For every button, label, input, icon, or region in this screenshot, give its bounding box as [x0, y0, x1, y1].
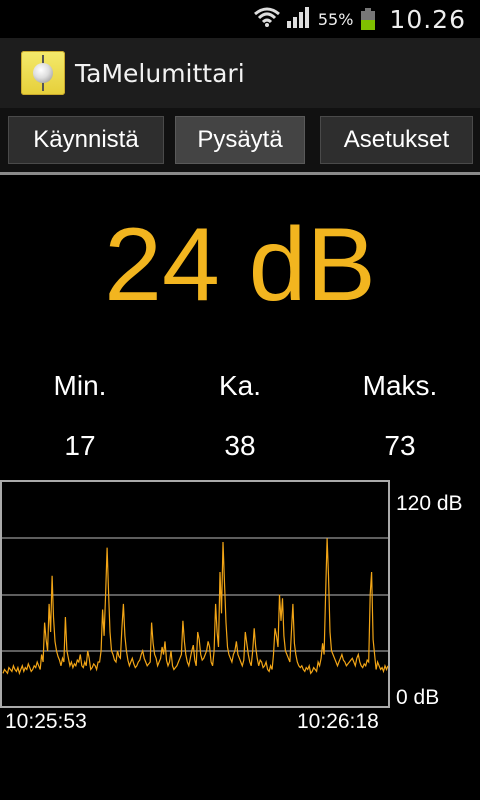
max-label: Maks. — [362, 370, 438, 401]
x-axis-start-time: 10:25:53 — [5, 710, 87, 733]
y-axis-max-label: 120 dB — [396, 492, 463, 515]
status-bar: 55% 10.26 — [0, 0, 480, 38]
wifi-icon — [253, 6, 280, 32]
min-value: 17 — [64, 430, 96, 461]
start-button[interactable]: Käynnistä — [8, 116, 164, 164]
y-axis-min-label: 0 dB — [396, 686, 440, 709]
app-icon — [21, 51, 65, 95]
stop-button[interactable]: Pysäytä — [175, 116, 305, 164]
x-axis-end-time: 10:26:18 — [297, 710, 379, 733]
divider — [0, 172, 480, 175]
avg-label: Ka. — [218, 370, 262, 401]
button-row: Käynnistä Pysäytä Asetukset — [0, 108, 480, 172]
battery-icon — [361, 8, 376, 30]
min-label: Min. — [53, 370, 107, 401]
current-reading: 24 dB — [104, 207, 376, 323]
noise-graph: 120 dB 0 dB 10:25:53 10:26:18 — [0, 480, 480, 740]
status-clock: 10.26 — [389, 4, 466, 34]
app-title: TaMelumittari — [75, 58, 245, 88]
signal-icon — [286, 6, 310, 32]
graph-frame — [0, 480, 390, 708]
battery-percent: 55% — [317, 9, 354, 29]
avg-value: 38 — [224, 430, 256, 461]
settings-button[interactable]: Asetukset — [320, 116, 473, 164]
max-value: 73 — [384, 430, 416, 461]
app-title-bar: TaMelumittari — [0, 38, 480, 108]
